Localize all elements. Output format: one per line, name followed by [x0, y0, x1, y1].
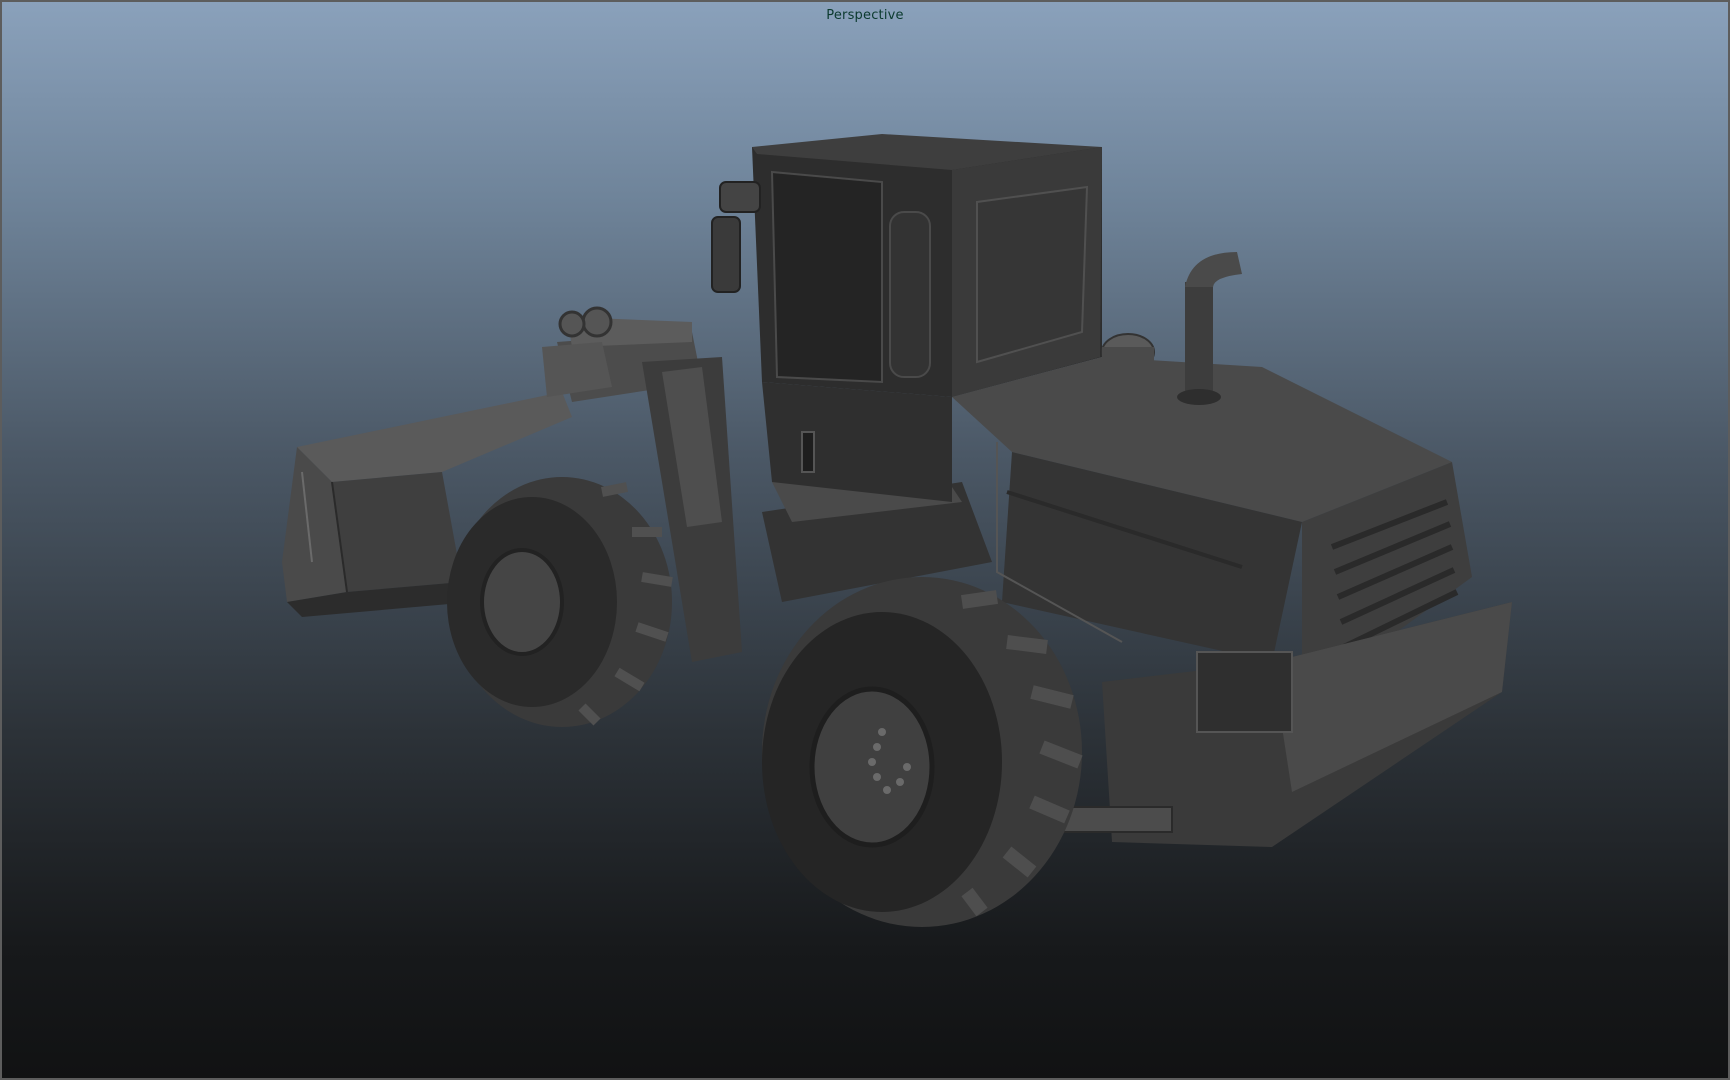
- perspective-viewport[interactable]: Perspective: [0, 0, 1730, 1080]
- wheel-loader-model[interactable]: [282, 134, 1512, 927]
- rear-wheel[interactable]: [447, 477, 673, 727]
- counterweight[interactable]: [1061, 602, 1512, 847]
- front-wheel[interactable]: [762, 577, 1083, 927]
- scene-canvas[interactable]: [2, 2, 1728, 1078]
